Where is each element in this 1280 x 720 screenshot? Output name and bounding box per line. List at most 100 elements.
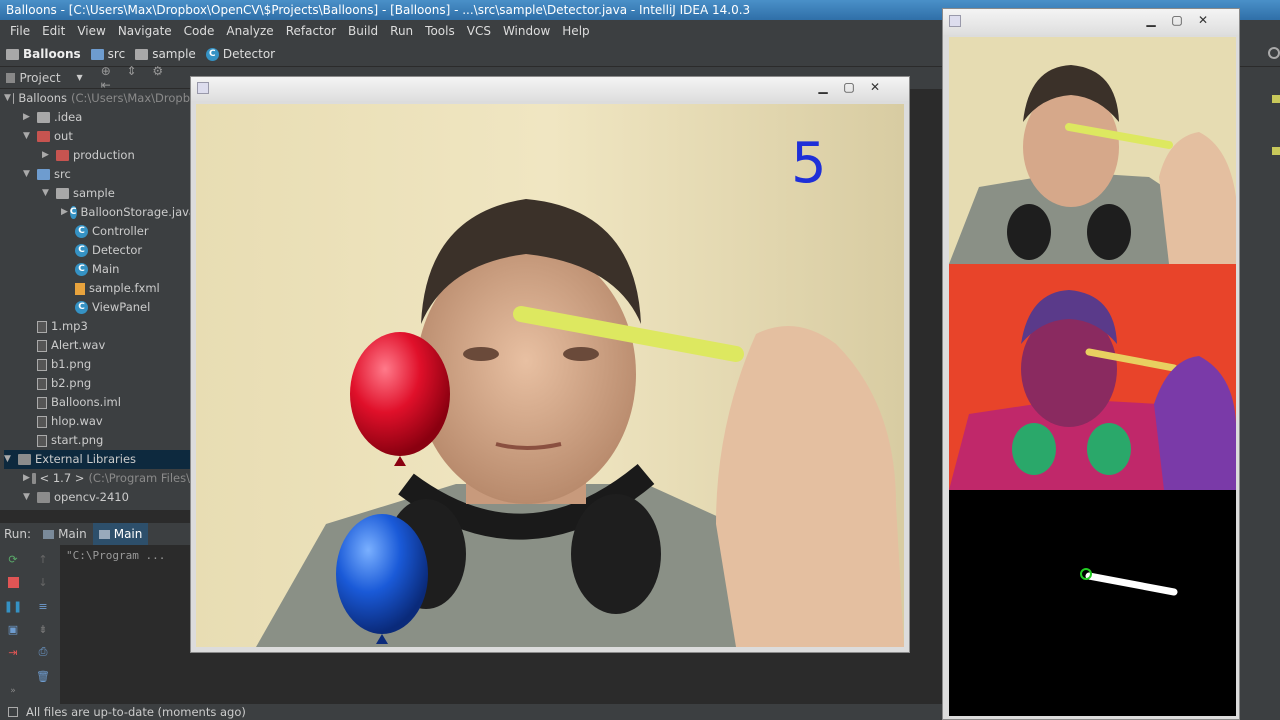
menu-view[interactable]: View	[71, 24, 111, 38]
scroll-end-icon[interactable]: ⇟	[36, 623, 50, 636]
tree-item-label: production	[73, 148, 135, 162]
menu-file[interactable]: File	[4, 24, 36, 38]
breadcrumb-sample[interactable]: sample	[135, 47, 196, 61]
search-icon[interactable]	[1268, 47, 1280, 59]
project-panel-header[interactable]: Project ▼ ⊕ ⇕ ⚙ ⇤	[0, 64, 190, 92]
rerun-icon[interactable]: ⟳	[6, 553, 20, 566]
console-output[interactable]: "C:\Program ...	[60, 545, 190, 705]
maximize-button[interactable]: ▢	[1165, 12, 1189, 28]
tree-item[interactable]: ▶ production	[42, 146, 190, 165]
tree-item[interactable]: C Main	[61, 260, 190, 279]
tree-item-label: sample.fxml	[89, 281, 160, 295]
expand-arrow-icon[interactable]: ▶	[42, 146, 54, 165]
mask-preview-pane	[949, 490, 1236, 716]
tree-item[interactable]: ▶ .idea	[23, 108, 190, 127]
menu-code[interactable]: Code	[178, 24, 221, 38]
red-balloon[interactable]	[350, 332, 450, 456]
folder-red-icon	[56, 150, 69, 161]
menu-tools[interactable]: Tools	[419, 24, 461, 38]
file-icon	[37, 358, 47, 371]
java-icon	[197, 82, 209, 94]
tree-item[interactable]: ▼ out	[23, 127, 190, 146]
breadcrumb-project[interactable]: Balloons	[6, 47, 81, 61]
breadcrumb-src[interactable]: src	[90, 47, 125, 61]
collapse-arrow-icon[interactable]: ▼	[23, 165, 35, 184]
tree-item[interactable]: C ViewPanel	[61, 298, 190, 317]
minimize-button[interactable]: ▁	[811, 79, 835, 95]
tree-item-label: start.png	[51, 433, 104, 447]
tree-item[interactable]: hlop.wav	[23, 412, 190, 431]
collapse-arrow-icon[interactable]: ▼	[42, 184, 54, 203]
up-arrow-icon[interactable]: ↑	[36, 553, 50, 566]
camera-preview-pane	[949, 37, 1236, 264]
dump-threads-icon[interactable]: ▣	[6, 623, 20, 636]
tree-item[interactable]: ▶ C BalloonStorage.java	[61, 203, 190, 222]
menu-navigate[interactable]: Navigate	[112, 24, 178, 38]
close-button[interactable]: ✕	[1191, 12, 1215, 28]
tree-item-label: b1.png	[51, 357, 92, 371]
debug-window-titlebar[interactable]: ▁ ▢ ✕	[943, 9, 1239, 35]
file-icon	[37, 434, 47, 447]
tree-item-label: BalloonStorage.java	[80, 205, 190, 219]
trash-icon[interactable]: 🗑	[36, 670, 50, 683]
blue-balloon[interactable]	[336, 514, 428, 634]
file-icon	[37, 320, 47, 333]
exit-icon[interactable]: ⇥	[6, 646, 20, 659]
minimize-button[interactable]: ▁	[1139, 12, 1163, 28]
tree-item-label: Controller	[92, 224, 149, 238]
tree-item[interactable]: ▶ < 1.7 > (C:\Program Files\	[23, 469, 190, 488]
expand-arrow-icon[interactable]: ▶	[23, 469, 30, 488]
project-tools-icons[interactable]: ⊕ ⇕ ⚙ ⇤	[101, 64, 190, 92]
print-icon[interactable]: ⎙	[36, 645, 50, 658]
menu-window[interactable]: Window	[497, 24, 556, 38]
close-button[interactable]: ✕	[863, 79, 887, 95]
tree-item[interactable]: b1.png	[23, 355, 190, 374]
tree-item[interactable]: Alert.wav	[23, 336, 190, 355]
tree-item[interactable]: ▼ src	[23, 165, 190, 184]
menu-run[interactable]: Run	[384, 24, 419, 38]
file-icon	[37, 415, 47, 428]
gutter-marker	[1272, 95, 1280, 103]
pause-icon[interactable]: ❚❚	[4, 600, 22, 613]
status-icon	[8, 707, 18, 717]
tree-item[interactable]: Balloons.iml	[23, 393, 190, 412]
menu-build[interactable]: Build	[342, 24, 384, 38]
menu-edit[interactable]: Edit	[36, 24, 71, 38]
tree-item[interactable]: ▼ Balloons (C:\Users\Max\Dropb	[4, 89, 190, 108]
collapse-arrow-icon[interactable]: ▼	[4, 450, 16, 469]
maximize-button[interactable]: ▢	[837, 79, 861, 95]
tree-item[interactable]: C Controller	[61, 222, 190, 241]
tree-item[interactable]: ▼ opencv-2410	[23, 488, 190, 507]
tree-item[interactable]: 1.mp3	[23, 317, 190, 336]
tree-item[interactable]: sample.fxml	[61, 279, 190, 298]
menu-refactor[interactable]: Refactor	[280, 24, 342, 38]
dropdown-icon[interactable]: ▼	[77, 73, 83, 82]
java-icon	[949, 15, 961, 27]
tree-item[interactable]: b2.png	[23, 374, 190, 393]
tree-item[interactable]: C Detector	[61, 241, 190, 260]
menu-help[interactable]: Help	[556, 24, 595, 38]
run-tab-main-1[interactable]: Main	[37, 523, 93, 545]
down-arrow-icon[interactable]: ↓	[36, 576, 50, 589]
class-icon: C	[75, 301, 88, 314]
collapse-arrow-icon[interactable]: ▼	[23, 127, 35, 146]
tree-item[interactable]: ▼ External Libraries	[4, 450, 190, 469]
expand-arrow-icon[interactable]: ▶	[23, 108, 35, 127]
expand-icon[interactable]: »	[6, 685, 20, 697]
tree-item-path: (C:\Users\Max\Dropb	[71, 91, 190, 105]
expand-arrow-icon[interactable]: ▶	[61, 203, 68, 222]
wrap-icon[interactable]: ≡	[36, 600, 50, 613]
tree-item[interactable]: ▼ sample	[42, 184, 190, 203]
game-window-titlebar[interactable]: ▁ ▢ ✕	[191, 77, 909, 101]
gutter-marker	[1272, 147, 1280, 155]
tree-item[interactable]: start.png	[23, 431, 190, 450]
folder-icon	[135, 48, 149, 60]
menu-vcs[interactable]: VCS	[461, 24, 497, 38]
breadcrumb-detector[interactable]: C Detector	[205, 47, 275, 61]
run-tab-main-2[interactable]: Main	[92, 523, 149, 545]
stop-icon[interactable]	[6, 576, 20, 588]
menu-analyze[interactable]: Analyze	[220, 24, 279, 38]
collapse-arrow-icon[interactable]: ▼	[4, 89, 11, 108]
collapse-arrow-icon[interactable]: ▼	[23, 488, 35, 507]
folder-icon	[6, 48, 19, 60]
